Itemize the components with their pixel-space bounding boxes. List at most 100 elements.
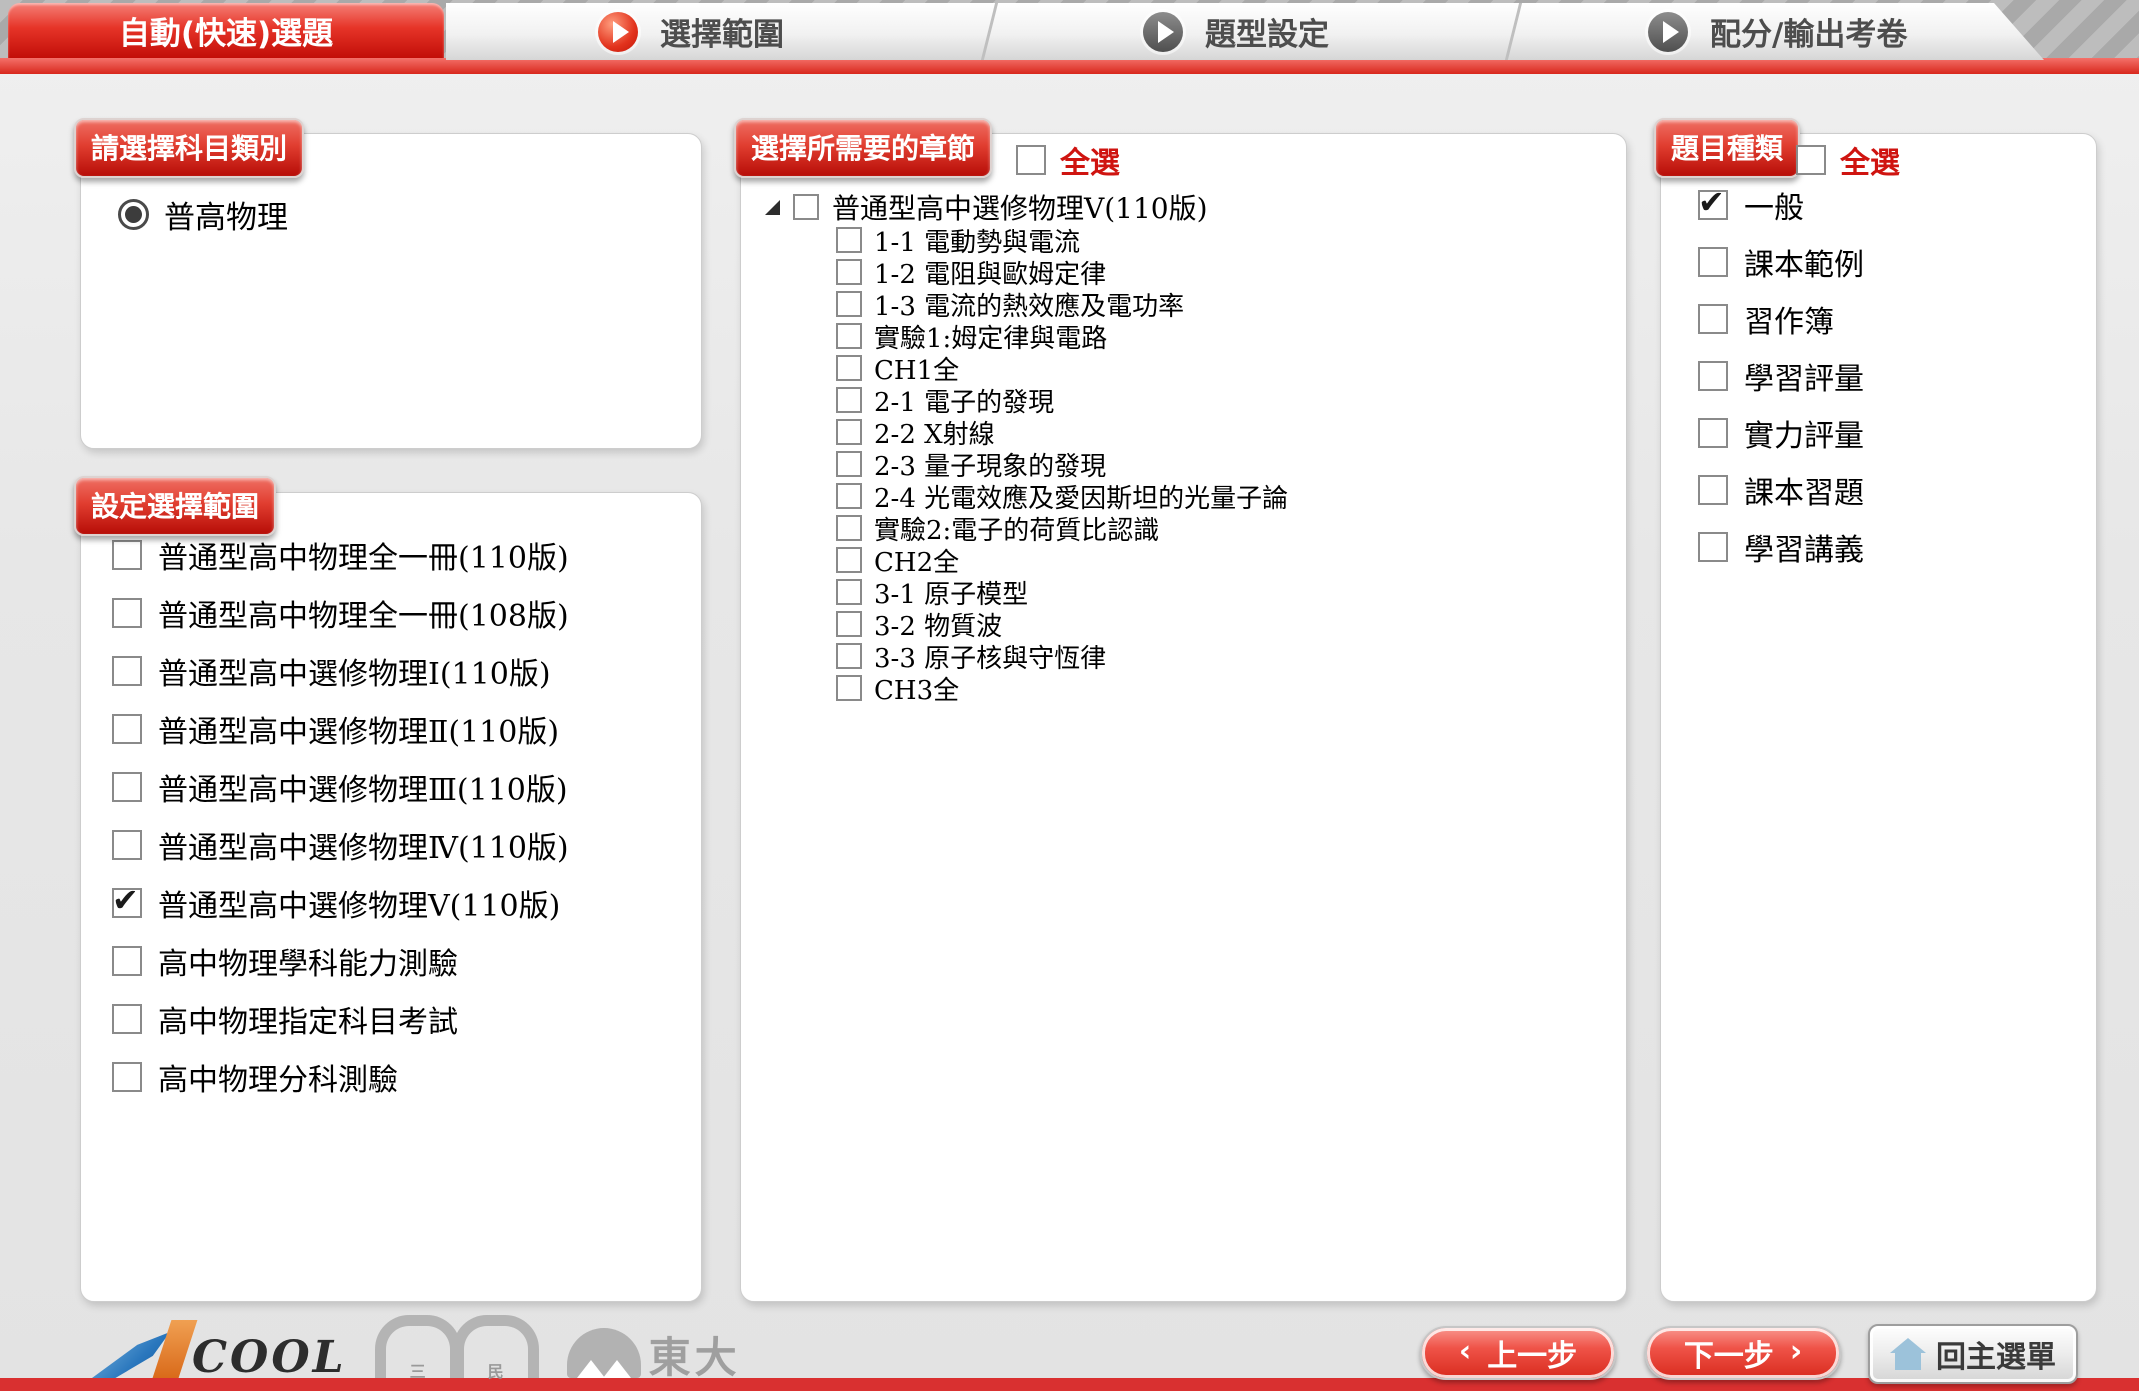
type-option[interactable]: 學習講義 [1698,530,1864,564]
checkbox[interactable] [836,515,862,541]
chapter-item[interactable]: 3-3 原子核與守恆律 [836,640,1288,672]
checkbox-label: 普通型高中選修物理Ⅴ(110版) [158,881,560,925]
checkbox[interactable] [1698,418,1728,448]
checkbox[interactable] [836,611,862,637]
chapter-panel-title: 選擇所需要的章節 [734,118,992,178]
checkbox[interactable] [1796,145,1826,175]
type-option[interactable]: 實力評量 [1698,416,1864,450]
checkbox-label: 普通型高中選修物理Ⅱ(110版) [158,707,559,751]
play-icon [1143,12,1183,52]
checkbox[interactable] [836,291,862,317]
next-step-button[interactable]: 下一步 › [1645,1326,1841,1380]
checkbox[interactable] [1698,532,1728,562]
range-option[interactable]: 高中物理指定科目考試 [112,990,569,1048]
chapter-item[interactable]: CH3全 [836,672,1288,704]
chapter-item[interactable]: 2-1 電子的發現 [836,384,1288,416]
checkbox[interactable] [112,946,142,976]
checkbox[interactable] [1698,361,1728,391]
type-option[interactable]: 學習評量 [1698,359,1864,393]
tab-auto-quick-select[interactable]: 自動(快速)選題 [8,3,444,58]
checkbox-label: 高中物理指定科目考試 [158,997,458,1041]
chapter-item[interactable]: 1-2 電阻與歐姆定律 [836,256,1288,288]
checkbox[interactable] [836,547,862,573]
select-all-label: 全選 [1060,138,1120,182]
checkbox-label: 課本習題 [1744,468,1864,512]
type-option[interactable]: 習作簿 [1698,302,1864,336]
checkbox[interactable] [836,323,862,349]
chapter-select-all[interactable]: 全選 [1016,138,1120,182]
sanmin-logo: 三 民 [375,1315,539,1378]
radio-button[interactable] [118,199,149,230]
chapter-item[interactable]: 2-3 量子現象的發現 [836,448,1288,480]
cool-logo-slash-icon [153,1320,198,1378]
checkbox[interactable] [1698,190,1728,220]
type-option[interactable]: 課本範例 [1698,245,1864,279]
checkbox[interactable] [112,1004,142,1034]
range-option[interactable]: 普通型高中選修物理Ⅲ(110版) [112,758,569,816]
radio-label: 普高物理 [164,192,288,237]
range-option[interactable]: 高中物理分科測驗 [112,1048,569,1106]
chapter-item[interactable]: 實驗2:電子的荷質比認識 [836,512,1288,544]
tab-question-type-setting[interactable]: 題型設定 [1143,3,1329,60]
checkbox[interactable] [836,355,862,381]
checkbox-label: 普通型高中物理全一冊(110版) [158,533,569,577]
play-icon [1648,12,1688,52]
checkbox[interactable] [836,451,862,477]
checkbox[interactable] [112,540,142,570]
range-option[interactable]: 普通型高中物理全一冊(108版) [112,584,569,642]
type-option[interactable]: 課本習題 [1698,473,1864,507]
chevron-right-icon: › [1790,1337,1802,1367]
checkbox[interactable] [112,830,142,860]
checkbox[interactable] [836,419,862,445]
checkbox[interactable] [112,772,142,802]
checkbox-label: 一般 [1744,183,1804,227]
checkbox[interactable] [1698,475,1728,505]
chapter-item[interactable]: 3-2 物質波 [836,608,1288,640]
checkbox[interactable] [836,387,862,413]
dongda-logo: 東大 [567,1328,741,1378]
checkbox[interactable] [1016,145,1046,175]
checkbox[interactable] [836,579,862,605]
chapter-item[interactable]: 實驗1:姆定律與電路 [836,320,1288,352]
checkbox[interactable] [1698,247,1728,277]
chapter-item[interactable]: 1-1 電動勢與電流 [836,224,1288,256]
checkbox[interactable] [112,1062,142,1092]
checkbox[interactable] [836,259,862,285]
type-select-all[interactable]: 全選 [1796,138,1900,182]
range-option[interactable]: 普通型高中選修物理Ⅰ(110版) [112,642,569,700]
checkbox[interactable] [1698,304,1728,334]
checkbox[interactable] [836,227,862,253]
chapter-item[interactable]: 1-3 電流的熱效應及電功率 [836,288,1288,320]
tab-label: 自動(快速)選題 [119,8,333,53]
checkbox-label: 普通型高中選修物理Ⅳ(110版) [158,823,569,867]
tab-score-output[interactable]: 配分/輸出考卷 [1648,3,1907,60]
checkbox-label: 課本範例 [1744,240,1864,284]
return-main-menu-button[interactable]: 回主選單 [1868,1324,2078,1384]
dongda-logo-text: 東大 [649,1338,741,1378]
checkbox[interactable] [112,598,142,628]
chapter-item[interactable]: 2-4 光電效應及愛因斯坦的光量子論 [836,480,1288,512]
range-option[interactable]: 普通型高中選修物理Ⅱ(110版) [112,700,569,758]
chapter-item[interactable]: CH2全 [836,544,1288,576]
chapter-item[interactable]: CH1全 [836,352,1288,384]
previous-step-button[interactable]: ‹ 上一步 [1420,1326,1616,1380]
type-option[interactable]: 一般 [1698,188,1864,222]
button-label: 回主選單 [1936,1332,2056,1376]
chapter-label: CH3全 [874,670,959,707]
tab-select-range[interactable]: 選擇範圍 [598,3,784,60]
checkbox[interactable] [793,194,819,220]
tree-expander-icon[interactable] [765,200,780,215]
chapter-item[interactable]: 2-2 X射線 [836,416,1288,448]
checkbox[interactable] [112,714,142,744]
range-option[interactable]: 普通型高中選修物理Ⅴ(110版) [112,874,569,932]
chapter-tree-root[interactable]: 普通型高中選修物理Ⅴ(110版) [765,190,1208,224]
checkbox[interactable] [836,643,862,669]
checkbox[interactable] [112,888,142,918]
checkbox[interactable] [836,483,862,509]
range-option[interactable]: 高中物理學科能力測驗 [112,932,569,990]
subject-option-pugao-physics[interactable]: 普高物理 [118,192,288,237]
range-option[interactable]: 普通型高中選修物理Ⅳ(110版) [112,816,569,874]
checkbox[interactable] [112,656,142,686]
chapter-item[interactable]: 3-1 原子模型 [836,576,1288,608]
checkbox[interactable] [836,675,862,701]
